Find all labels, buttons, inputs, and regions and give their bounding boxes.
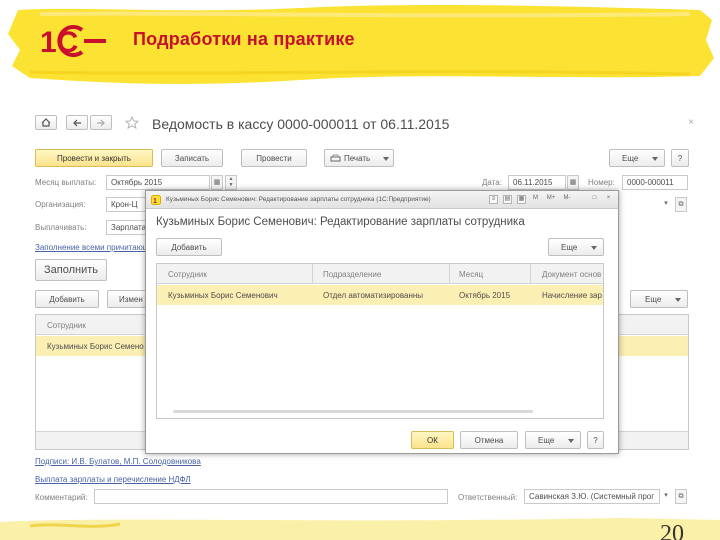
help-button[interactable]: ? [671, 149, 689, 167]
responsible-field[interactable]: Савинская З.Ю. (Системный прог [524, 489, 660, 504]
pay-field[interactable]: Зарплата [106, 220, 148, 235]
ndfl-link[interactable]: Выплата зарплаты и перечисление НДФЛ [35, 475, 191, 484]
copy-icon[interactable]: ▤ [503, 195, 512, 204]
column-divider [312, 264, 313, 284]
fill-button[interactable]: Заполнить [35, 259, 107, 281]
print-label: Печать [344, 153, 371, 163]
chevron-down-icon [591, 246, 597, 250]
chevron-down-icon [675, 298, 681, 302]
cancel-button[interactable]: Отмена [460, 431, 518, 449]
more-label: Еще [538, 435, 555, 445]
calendar-icon[interactable]: ▦ [211, 175, 223, 190]
forward-button[interactable] [90, 115, 112, 130]
signatures-link[interactable]: Подписи: И.В. Булатов, М.П. Солодовников… [35, 457, 201, 466]
cell-department: Отдел автоматизированны [323, 291, 424, 300]
column-header-month: Месяц [459, 270, 484, 279]
back-button[interactable] [66, 115, 88, 130]
table-row[interactable]: Кузьминых Борис Семенович Отдел автомати… [157, 285, 603, 305]
1c-logo: 1С [40, 25, 106, 59]
dialog-titlebar[interactable]: 1 Кузьминых Борис Семенович: Редактирова… [146, 191, 618, 209]
open-icon[interactable]: ⧉ [675, 489, 687, 504]
date-field[interactable]: 06.11.2015 [508, 175, 566, 190]
table-cell-employee: Кузьминых Борис Семено [47, 342, 144, 351]
save-button[interactable]: Записать [161, 149, 223, 167]
page-number: 20 [660, 521, 684, 540]
memory-icon[interactable]: M [531, 195, 540, 204]
dialog-help-button[interactable]: ? [587, 431, 604, 449]
post-and-close-button[interactable]: Провести и закрыть [35, 149, 153, 167]
dialog-heading: Кузьминых Борис Семенович: Редактировани… [156, 216, 525, 228]
column-header-employee: Сотрудник [168, 270, 207, 279]
number-label: Номер: [588, 178, 615, 187]
column-divider [530, 264, 531, 284]
arrow-right-icon [97, 119, 105, 126]
more-button[interactable]: Еще [609, 149, 665, 167]
form-title: Ведомость в кассу 0000-000011 от 06.11.2… [152, 116, 450, 132]
edit-salary-dialog[interactable]: 1 Кузьминых Борис Семенович: Редактирова… [145, 190, 619, 454]
add-button[interactable]: Добавить [35, 290, 99, 308]
app-icon: 1 [151, 195, 161, 205]
more-label: Еще [622, 153, 639, 163]
cell-base-document: Начисление зар [542, 291, 602, 300]
chevron-down-icon [652, 157, 658, 161]
responsible-label: Ответственный: [458, 493, 518, 502]
arrow-left-icon [73, 119, 81, 126]
star-icon[interactable] [125, 116, 139, 129]
chevron-down-icon [568, 439, 574, 443]
cell-month: Октябрь 2015 [459, 291, 511, 300]
fill-link[interactable]: Заполнение всеми причитающ [35, 243, 149, 252]
yellow-brush-banner [8, 4, 714, 84]
svg-text:1: 1 [153, 198, 157, 205]
column-header-department: Подразделение [323, 270, 382, 279]
dialog-table[interactable]: Сотрудник Подразделение Месяц Документ о… [156, 263, 604, 419]
chevron-down-icon [383, 157, 389, 161]
dialog-window-title: Кузьминых Борис Семенович: Редактировани… [166, 196, 431, 203]
chevron-down-icon[interactable]: ▾ [660, 197, 672, 212]
cell-employee: Кузьминых Борис Семенович [168, 291, 278, 300]
chevron-down-icon[interactable]: ▾ [660, 489, 672, 504]
home-button[interactable] [35, 115, 57, 130]
dialog-more-bottom-button[interactable]: Еще [525, 431, 581, 449]
yellow-bottom-strip [0, 518, 720, 540]
table-more-button[interactable]: Еще [630, 290, 688, 308]
post-button[interactable]: Провести [241, 149, 307, 167]
close-icon[interactable]: × [688, 117, 694, 128]
column-header-base-document: Документ основ [542, 270, 602, 279]
close-icon[interactable]: × [604, 195, 613, 204]
number-field[interactable]: 0000-000011 [622, 175, 688, 190]
spin-icon[interactable]: ▲ ▼ [225, 175, 237, 190]
comment-label: Комментарий: [35, 493, 88, 502]
dialog-more-button[interactable]: Еще [548, 238, 604, 256]
month-label: Месяц выплаты: [35, 178, 97, 187]
slide-title: Подработки на практике [133, 29, 355, 49]
calendar-icon[interactable]: ▦ [567, 175, 579, 190]
month-field[interactable]: Октябрь 2015 [106, 175, 210, 190]
more-label: Еще [645, 294, 662, 304]
menu-icon[interactable]: ≡ [489, 195, 498, 204]
more-label: Еще [561, 242, 578, 252]
horizontal-scrollbar[interactable] [173, 410, 533, 413]
date-label: Дата: [482, 178, 502, 187]
dialog-add-button[interactable]: Добавить [156, 238, 222, 256]
column-divider [449, 264, 450, 284]
print-button[interactable]: Печать [324, 149, 394, 167]
memory-minus-icon[interactable]: M- [561, 195, 573, 204]
organization-label: Организация: [35, 200, 86, 209]
comment-field[interactable] [94, 489, 448, 504]
open-icon[interactable]: ⧉ [675, 197, 687, 212]
organization-field[interactable]: Крон-Ц [106, 197, 148, 212]
pay-label: Выплачивать: [35, 223, 87, 232]
dialog-table-header: Сотрудник Подразделение Месяц Документ о… [157, 264, 603, 284]
ok-button[interactable]: ОК [411, 431, 454, 449]
column-header-employee: Сотрудник [47, 321, 86, 330]
home-icon [41, 118, 51, 127]
printer-icon [330, 154, 341, 161]
memory-plus-icon[interactable]: M+ [545, 195, 557, 204]
calculator-icon[interactable]: ▦ [517, 195, 526, 204]
maximize-icon[interactable]: □ [590, 195, 599, 204]
